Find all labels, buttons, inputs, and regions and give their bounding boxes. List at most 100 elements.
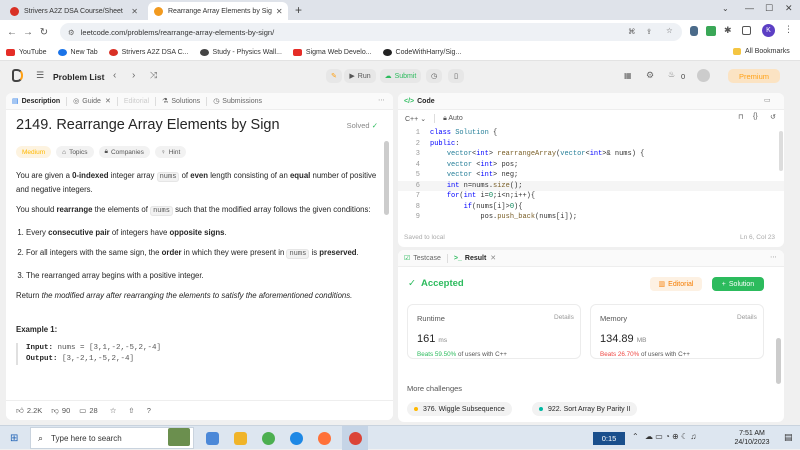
text-bold: opposite signs — [169, 227, 225, 237]
bookmark-star-icon[interactable]: ☆ — [666, 26, 673, 35]
problem-list-link[interactable]: Problem List — [53, 72, 104, 82]
comment-icon[interactable]: ▭ — [79, 406, 86, 415]
premium-button[interactable]: Premium — [728, 69, 780, 83]
layout-icon[interactable]: ▦ — [624, 71, 632, 80]
settings-gear-icon[interactable]: ⚙ — [646, 70, 654, 81]
help-icon[interactable]: ? — [147, 406, 151, 415]
bookmark-youtube[interactable]: YouTube — [6, 48, 47, 56]
memory-card[interactable]: Memory Details 134.89 MB Beats 26.70% of… — [590, 304, 764, 359]
task-view-icon[interactable] — [206, 432, 219, 445]
bookmark-sigma-web[interactable]: Sigma Web Develo... — [292, 48, 372, 56]
bookmark-physics-wallah[interactable]: Study - Physics Wall... — [199, 48, 282, 56]
close-icon[interactable]: ✕ — [105, 97, 111, 105]
challenge-chip[interactable]: 376. Wiggle Subsequence — [407, 402, 512, 416]
translate-icon[interactable]: ⌘ — [628, 27, 636, 36]
side-panel-icon[interactable] — [742, 26, 751, 35]
result-scrollbar[interactable] — [776, 338, 781, 384]
all-bookmarks[interactable]: All Bookmarks — [733, 48, 790, 55]
browser-tab-strivers[interactable]: Strivers A2Z DSA Course/Sheet ✕ — [4, 2, 144, 20]
extensions-puzzle-icon[interactable]: ✱ — [724, 25, 732, 36]
extension-icon[interactable] — [706, 26, 716, 36]
companies-chip[interactable]: 🔒︎ Companies — [98, 146, 150, 158]
dislike-count: 90 — [61, 406, 71, 415]
bookmark-codewithharry[interactable]: CodeWithHarry/Sig... — [382, 48, 461, 56]
code-editor[interactable]: 1 class Solution { 2 public: 3 vector<int>… — [398, 128, 784, 224]
back-arrow-icon[interactable]: ← — [4, 27, 20, 38]
memory-details-link[interactable]: Details — [737, 314, 757, 321]
profile-avatar[interactable]: K — [762, 24, 775, 37]
timer-icon[interactable]: ◷ — [426, 69, 442, 83]
braces-icon[interactable]: {} — [753, 113, 758, 120]
tray-chevron-up-icon[interactable]: ⌃ — [632, 432, 639, 441]
tab-guide[interactable]: ◎ Guide ✕ — [67, 97, 117, 106]
runtime-card[interactable]: Runtime Details 161 ms Beats 59.50% of u… — [407, 304, 581, 359]
challenge-chip[interactable]: 922. Sort Array By Parity II — [532, 402, 638, 416]
timer-widget[interactable]: 0:15 — [593, 432, 625, 445]
tab-result[interactable]: >_ Result ✕ — [448, 254, 502, 263]
close-icon[interactable]: ✕ — [127, 7, 138, 16]
notes-icon[interactable]: ▯ — [448, 69, 464, 83]
reset-icon[interactable]: ↺ — [770, 113, 776, 121]
share-icon[interactable]: ⇧ — [128, 406, 134, 415]
text-bold: order — [161, 248, 182, 257]
tray-icons[interactable]: ☁ ▭ ◔ ⊕ ☾ ♫ — [645, 432, 696, 441]
edge-icon[interactable] — [290, 432, 303, 445]
editorial-button[interactable]: ▥ Editorial — [650, 277, 702, 291]
streak-fire-icon[interactable]: ♨ — [668, 70, 675, 79]
more-dots-icon[interactable]: ⋯ — [378, 96, 385, 104]
firefox-icon[interactable] — [318, 432, 331, 445]
run-button[interactable]: ▶ Run — [344, 69, 376, 83]
notification-icon[interactable]: ▤ — [784, 432, 793, 443]
prev-problem-icon[interactable]: ‹ — [113, 70, 116, 81]
topics-chip[interactable]: ⌂ Topics — [56, 146, 94, 158]
reload-icon[interactable]: ↻ — [36, 27, 52, 38]
hint-chip[interactable]: ♀ Hint — [154, 146, 187, 158]
more-dots-icon[interactable]: ⋯ — [770, 253, 777, 261]
maximize-panel-icon[interactable]: ▭ — [764, 96, 771, 104]
user-avatar[interactable] — [697, 69, 710, 82]
maximize-icon[interactable]: ☐ — [765, 3, 773, 14]
file-explorer-icon[interactable] — [234, 432, 247, 445]
runtime-details-link[interactable]: Details — [554, 314, 574, 321]
leetcode-logo-icon[interactable] — [12, 69, 23, 82]
description-scrollbar[interactable] — [384, 141, 389, 215]
bookmark-strivers[interactable]: Strivers A2Z DSA C... — [108, 48, 189, 56]
window-close-icon[interactable]: ✕ — [785, 3, 793, 14]
share-icon[interactable]: ⇪ — [646, 27, 652, 36]
menu-kebab-icon[interactable]: ⋮ — [784, 24, 793, 35]
thumbs-down-icon[interactable]: 👎︎ — [51, 406, 59, 416]
debug-icon[interactable]: ✎ — [326, 69, 342, 83]
next-problem-icon[interactable]: › — [132, 70, 135, 81]
clock[interactable]: 7:51 AM 24/10/2023 — [727, 429, 777, 447]
code-scrollbar[interactable] — [779, 131, 783, 171]
minimize-icon[interactable]: — — [745, 3, 754, 13]
close-icon[interactable]: ✕ — [272, 7, 283, 16]
submit-button[interactable]: ☁ Submit — [380, 69, 421, 83]
extension-icon[interactable] — [690, 26, 698, 36]
tab-list-chevron-icon[interactable]: ⌄ — [722, 4, 729, 13]
new-tab-button[interactable]: + — [295, 3, 302, 17]
tab-testcase[interactable]: ☑ Testcase — [398, 254, 447, 263]
shuffle-icon[interactable]: ⤨ — [150, 70, 157, 81]
language-select[interactable]: C++ ⌄ — [405, 115, 426, 123]
tab-submissions[interactable]: ◷ Submissions — [207, 97, 268, 106]
thumbs-up-icon[interactable]: 👍︎ — [16, 406, 24, 416]
tab-description[interactable]: ▤ Description — [6, 97, 66, 106]
bookmark-icon[interactable]: ⊓ — [738, 113, 743, 121]
star-icon[interactable]: ☆ — [110, 406, 117, 415]
tab-solutions[interactable]: ⚗ Solutions — [156, 97, 206, 106]
site-info-icon[interactable]: ⚙ — [68, 28, 75, 37]
solution-button[interactable]: + Solution — [712, 277, 764, 291]
forward-arrow-icon[interactable]: → — [20, 27, 36, 38]
tab-editorial[interactable]: Editorial — [118, 98, 155, 105]
chrome-icon[interactable] — [349, 432, 362, 445]
windows-start-icon[interactable]: ⊞ — [10, 433, 18, 444]
auto-mode-toggle[interactable]: 🔒︎ Auto — [443, 115, 463, 123]
chrome-icon[interactable] — [262, 432, 275, 445]
browser-tab-leetcode[interactable]: Rearrange Array Elements by Sig ✕ — [148, 2, 288, 20]
bookmark-new-tab[interactable]: New Tab — [57, 48, 98, 56]
code-tab[interactable]: </> Code — [398, 98, 441, 105]
url-field[interactable]: ⚙ leetcode.com/problems/rearrange-array-… — [60, 23, 682, 41]
bookmarks-bar: YouTube New Tab Strivers A2Z DSA C... St… — [0, 44, 800, 61]
close-icon[interactable]: ✕ — [490, 254, 496, 262]
